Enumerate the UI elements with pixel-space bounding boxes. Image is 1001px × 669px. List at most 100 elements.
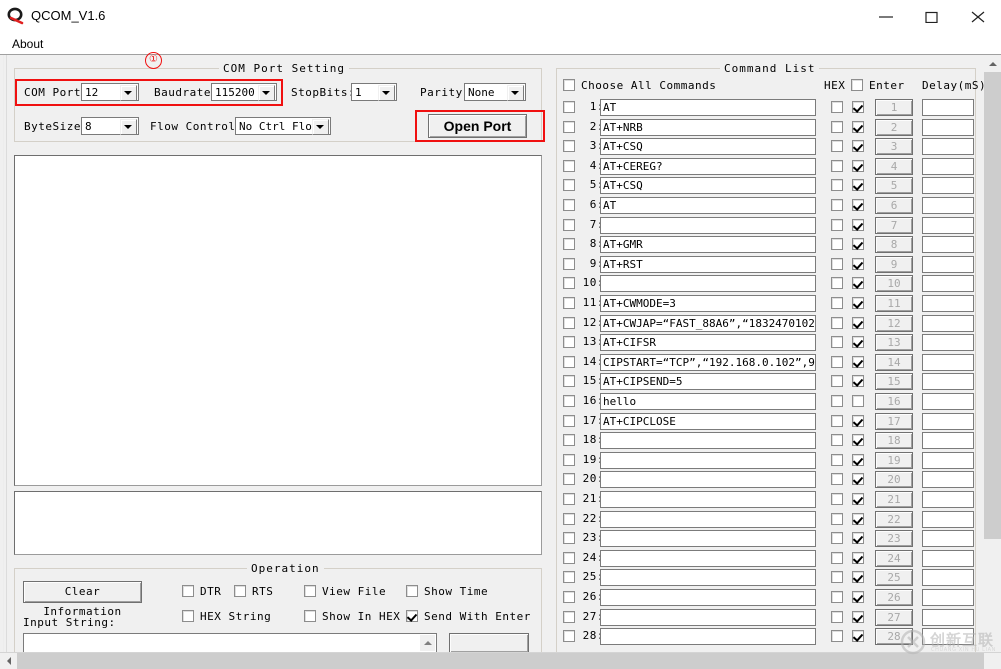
parity-select[interactable]: None [464, 83, 526, 101]
row-send-button[interactable]: 4 [875, 157, 913, 175]
row-select-checkbox[interactable] [563, 218, 575, 231]
row-select-checkbox[interactable] [563, 512, 575, 525]
row-send-button[interactable]: 27 [875, 608, 913, 626]
row-delay-input[interactable] [922, 471, 974, 489]
menu-item-about[interactable]: About [8, 36, 47, 52]
horizontal-scrollbar[interactable] [0, 652, 1001, 669]
row-delay-input[interactable] [922, 275, 974, 293]
row-enter-checkbox[interactable] [852, 336, 864, 349]
command-input[interactable]: AT+NRB [600, 118, 816, 136]
row-enter-checkbox[interactable] [852, 316, 864, 329]
row-enter-checkbox[interactable] [852, 512, 864, 525]
send-command-button[interactable] [449, 633, 529, 653]
command-input[interactable]: hello [600, 393, 816, 410]
command-input[interactable] [600, 216, 816, 234]
row-hex-checkbox[interactable] [831, 218, 843, 231]
row-select-checkbox[interactable] [563, 414, 575, 427]
vertical-scrollbar[interactable] [984, 55, 1001, 652]
row-send-button[interactable]: 6 [875, 197, 913, 214]
row-select-checkbox[interactable] [563, 257, 575, 270]
scroll-left-icon[interactable] [0, 653, 17, 669]
row-hex-checkbox[interactable] [831, 551, 843, 564]
row-select-checkbox[interactable] [563, 395, 575, 407]
bytesize-select[interactable]: 8 [81, 117, 139, 135]
row-send-button[interactable]: 12 [875, 314, 913, 332]
vertical-scroll-thumb[interactable] [984, 72, 1001, 539]
row-delay-input[interactable] [922, 491, 974, 508]
row-hex-checkbox[interactable] [831, 630, 843, 643]
row-delay-input[interactable] [922, 177, 974, 195]
command-input[interactable] [600, 491, 816, 508]
row-delay-input[interactable] [922, 216, 974, 234]
row-select-checkbox[interactable] [563, 316, 575, 329]
row-delay-input[interactable] [922, 157, 974, 175]
row-enter-checkbox[interactable] [852, 473, 864, 486]
chevron-down-icon[interactable] [120, 119, 137, 135]
row-delay-input[interactable] [922, 334, 974, 352]
row-delay-input[interactable] [922, 432, 974, 450]
row-delay-input[interactable] [922, 412, 974, 430]
row-hex-checkbox[interactable] [831, 571, 843, 584]
row-send-button[interactable]: 19 [875, 451, 913, 469]
row-enter-checkbox[interactable] [852, 610, 864, 623]
row-enter-checkbox[interactable] [852, 218, 864, 231]
row-enter-checkbox[interactable] [852, 591, 864, 603]
show-time-checkbox[interactable] [406, 585, 418, 597]
row-hex-checkbox[interactable] [831, 414, 843, 427]
row-enter-checkbox[interactable] [852, 238, 864, 251]
show-in-hex-checkbox[interactable] [304, 610, 316, 622]
row-hex-checkbox[interactable] [831, 493, 843, 505]
row-send-button[interactable]: 15 [875, 373, 913, 391]
secondary-data-pane[interactable] [14, 491, 542, 555]
hex-string-checkbox[interactable] [182, 610, 194, 622]
command-input[interactable] [600, 628, 816, 646]
row-send-button[interactable]: 13 [875, 334, 913, 352]
chevron-down-icon[interactable] [120, 85, 137, 101]
row-enter-checkbox[interactable] [852, 434, 864, 447]
row-select-checkbox[interactable] [563, 140, 575, 153]
row-hex-checkbox[interactable] [831, 316, 843, 329]
row-delay-input[interactable] [922, 373, 974, 391]
command-input[interactable] [600, 510, 816, 528]
row-enter-checkbox[interactable] [852, 355, 864, 368]
row-delay-input[interactable] [922, 255, 974, 273]
row-select-checkbox[interactable] [563, 297, 575, 309]
row-enter-checkbox[interactable] [852, 199, 864, 211]
row-send-button[interactable]: 10 [875, 275, 913, 293]
row-hex-checkbox[interactable] [831, 473, 843, 486]
row-enter-checkbox[interactable] [852, 630, 864, 643]
maximize-button[interactable] [909, 0, 955, 33]
row-hex-checkbox[interactable] [831, 610, 843, 623]
row-send-button[interactable]: 23 [875, 530, 913, 548]
row-enter-checkbox[interactable] [852, 453, 864, 466]
row-send-button[interactable]: 8 [875, 236, 913, 254]
row-hex-checkbox[interactable] [831, 140, 843, 153]
row-send-button[interactable]: 22 [875, 510, 913, 528]
row-select-checkbox[interactable] [563, 610, 575, 623]
command-input[interactable]: AT [600, 99, 816, 116]
row-hex-checkbox[interactable] [831, 199, 843, 211]
com-port-select[interactable]: 12 [81, 83, 139, 101]
command-input[interactable]: AT+CSQ [600, 177, 816, 195]
chevron-down-icon[interactable] [258, 85, 275, 101]
row-send-button[interactable]: 14 [875, 353, 913, 371]
row-send-button[interactable]: 9 [875, 255, 913, 273]
row-enter-checkbox[interactable] [852, 277, 864, 290]
row-enter-checkbox[interactable] [852, 297, 864, 309]
row-select-checkbox[interactable] [563, 551, 575, 564]
command-input[interactable] [600, 549, 816, 567]
row-select-checkbox[interactable] [563, 199, 575, 211]
receive-data-pane[interactable] [14, 155, 542, 486]
row-select-checkbox[interactable] [563, 591, 575, 603]
row-hex-checkbox[interactable] [831, 434, 843, 447]
row-delay-input[interactable] [922, 236, 974, 254]
row-send-button[interactable]: 18 [875, 432, 913, 450]
baudrate-select[interactable]: 115200 [211, 83, 277, 101]
row-hex-checkbox[interactable] [831, 336, 843, 349]
chevron-down-icon[interactable] [312, 119, 329, 135]
command-input[interactable]: AT+CSQ [600, 138, 816, 156]
minimize-button[interactable] [863, 0, 909, 33]
row-delay-input[interactable] [922, 589, 974, 606]
row-delay-input[interactable] [922, 530, 974, 548]
row-select-checkbox[interactable] [563, 532, 575, 545]
